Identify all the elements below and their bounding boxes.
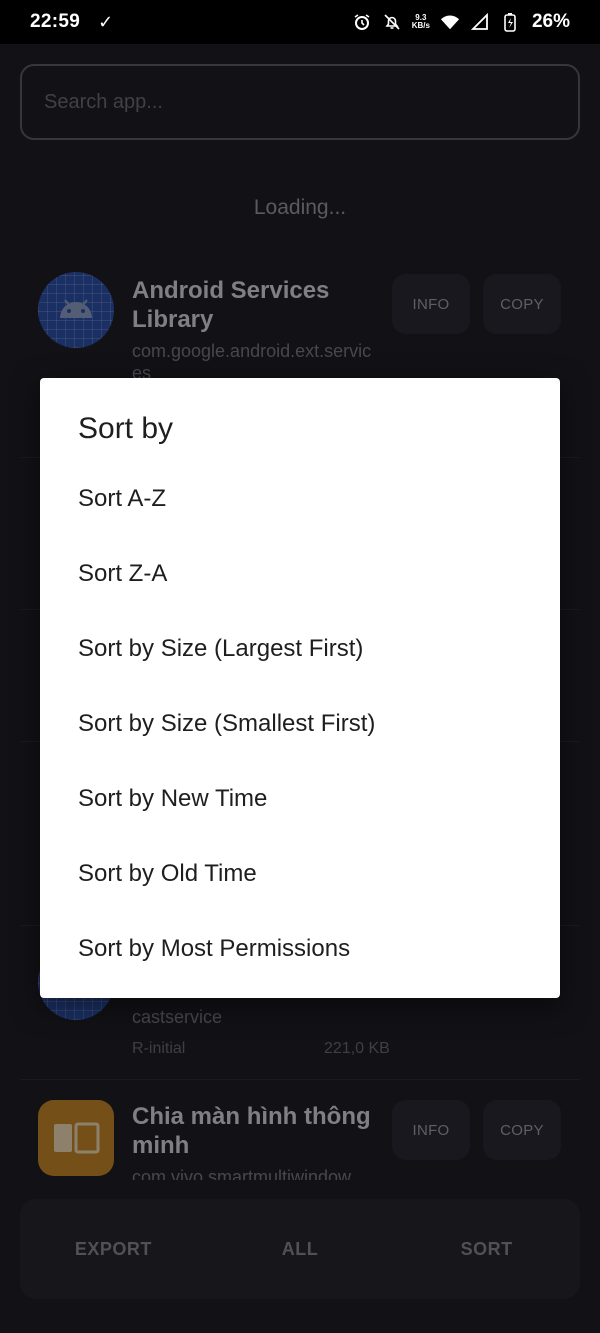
sort-option-size-largest[interactable]: Sort by Size (Largest First) bbox=[78, 634, 538, 664]
check-icon: ✓ bbox=[98, 11, 114, 32]
notifications-off-icon bbox=[382, 12, 402, 32]
network-speed-unit: KB/s bbox=[411, 21, 430, 30]
sort-option-most-permissions[interactable]: Sort by Most Permissions bbox=[78, 934, 538, 964]
sort-option-new-time[interactable]: Sort by New Time bbox=[78, 784, 538, 814]
sort-option-size-smallest[interactable]: Sort by Size (Smallest First) bbox=[78, 709, 538, 739]
battery-percentage: 26% bbox=[531, 11, 570, 32]
sort-dialog: Sort by Sort A-Z Sort Z-A Sort by Size (… bbox=[40, 378, 560, 998]
network-speed: 9.3 KB/s bbox=[412, 14, 430, 30]
battery-charging-icon bbox=[500, 12, 520, 32]
sort-option-old-time[interactable]: Sort by Old Time bbox=[78, 859, 538, 889]
sort-option-z-a[interactable]: Sort Z-A bbox=[78, 559, 538, 589]
status-time: 22:59 bbox=[30, 11, 81, 32]
status-bar: 22:59 ✓ 9.3 KB/s 26% bbox=[0, 0, 600, 44]
dialog-title: Sort by bbox=[78, 412, 174, 445]
wifi-icon bbox=[440, 12, 460, 32]
status-icons: 9.3 KB/s 26% bbox=[352, 11, 570, 33]
app-screen: 22:59 ✓ 9.3 KB/s 26% Search app... Loadi… bbox=[0, 0, 600, 1333]
sort-option-a-z[interactable]: Sort A-Z bbox=[78, 484, 538, 514]
signal-icon bbox=[470, 12, 490, 32]
alarm-icon bbox=[352, 12, 372, 32]
